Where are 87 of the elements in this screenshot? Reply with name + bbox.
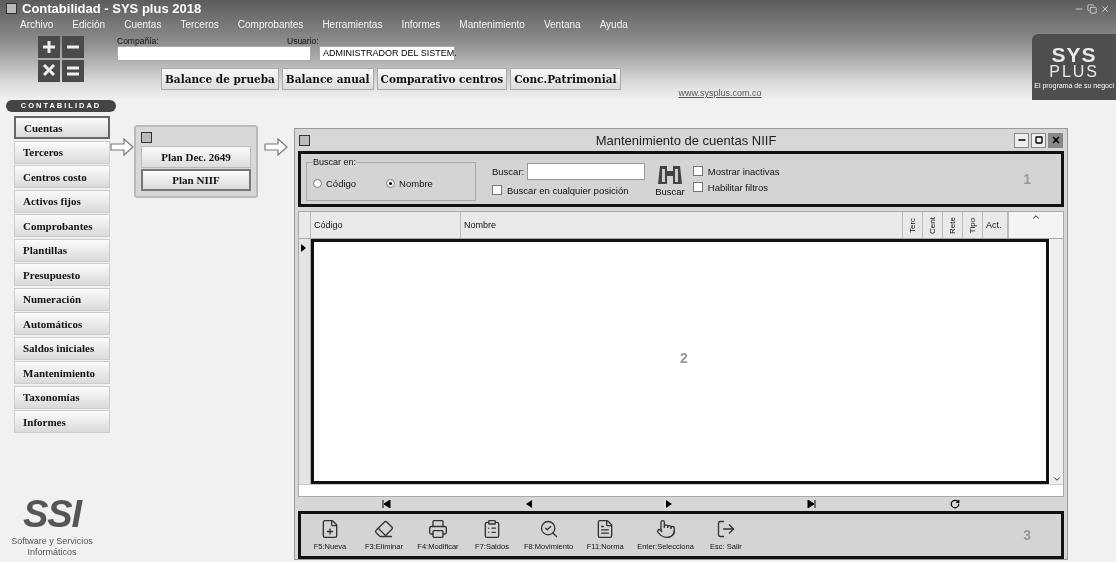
report-button[interactable]: Conc.Patrimonial bbox=[510, 68, 621, 90]
menu-item[interactable]: Mantenimiento bbox=[459, 19, 525, 31]
sidebar-button[interactable]: Activos fijos bbox=[14, 189, 110, 213]
column-header[interactable]: Nombre bbox=[464, 220, 496, 230]
column-header[interactable]: Act. bbox=[986, 220, 1002, 230]
search-label: Buscar: bbox=[492, 165, 525, 177]
menu-item[interactable]: Ayuda bbox=[599, 19, 628, 31]
row-pointer-icon bbox=[299, 243, 307, 253]
window-title: Mantenimiento de cuentas NIIF bbox=[594, 132, 778, 148]
hand-pointer-icon bbox=[655, 519, 676, 539]
report-button[interactable]: Balance de prueba bbox=[161, 68, 279, 90]
company-logo: SSI bbox=[22, 493, 82, 536]
logo-text: SYS bbox=[1051, 45, 1097, 64]
app-icon bbox=[299, 134, 310, 146]
checkbox[interactable]: Habilitar filtros bbox=[692, 181, 780, 193]
sidebar-button[interactable]: Terceros bbox=[14, 140, 110, 164]
user-field[interactable]: ADMINISTRADOR DEL SISTEM. bbox=[319, 46, 455, 61]
sidebar-button[interactable]: Cuentas bbox=[14, 116, 110, 139]
menu-item[interactable]: Ventana bbox=[543, 19, 581, 31]
column-header[interactable]: Terc bbox=[908, 217, 917, 233]
logo-text: PLUS bbox=[1049, 63, 1099, 80]
sidebar-button[interactable]: Comprobantes bbox=[14, 214, 110, 237]
company-label: Compañía: bbox=[117, 36, 160, 46]
search-button[interactable]: Buscar bbox=[655, 161, 685, 197]
printer-icon bbox=[428, 519, 448, 539]
close-icon[interactable] bbox=[1100, 3, 1110, 14]
section-number: 3 bbox=[1023, 527, 1031, 543]
column-header[interactable]: Tipo bbox=[968, 217, 977, 233]
close-icon bbox=[1050, 135, 1061, 145]
app-icon bbox=[141, 131, 152, 143]
calculator-icon bbox=[38, 36, 84, 82]
menu-item[interactable]: Cuentas bbox=[124, 19, 162, 31]
exit-icon bbox=[715, 519, 736, 539]
user-label: Usuario: bbox=[287, 36, 319, 46]
close-button[interactable] bbox=[1048, 132, 1063, 148]
section-number: 1 bbox=[1023, 171, 1031, 187]
menu-item[interactable]: Comprobantes bbox=[237, 19, 304, 31]
company-field[interactable] bbox=[117, 46, 311, 61]
sidebar-button[interactable]: Plantillas bbox=[14, 238, 110, 262]
minimize-button[interactable] bbox=[1014, 132, 1029, 148]
menu-item[interactable]: Terceros bbox=[180, 19, 219, 31]
menu-item[interactable]: Archivo bbox=[20, 19, 54, 31]
next-record-icon[interactable] bbox=[666, 500, 673, 508]
menu-item[interactable]: Edición bbox=[72, 19, 106, 31]
menu-item[interactable]: Herramientas bbox=[322, 19, 383, 31]
menu-item[interactable]: Informes bbox=[401, 19, 441, 31]
website-link[interactable]: www.sysplus.com.co bbox=[678, 88, 762, 98]
maximize-button[interactable] bbox=[1031, 132, 1046, 148]
logo-caption: Software y Servicios Informáticos bbox=[10, 536, 94, 558]
sidebar-button[interactable]: Presupuesto bbox=[14, 263, 110, 286]
maximize-icon bbox=[1034, 136, 1043, 144]
list-icon bbox=[482, 519, 502, 539]
app-icon bbox=[6, 3, 17, 15]
scroll-down-icon[interactable] bbox=[1051, 474, 1062, 484]
sidebar-button[interactable]: Numeración bbox=[14, 287, 110, 311]
search-field[interactable] bbox=[527, 162, 646, 180]
report-button[interactable]: Comparativo centros bbox=[376, 68, 508, 90]
restore-icon[interactable] bbox=[1087, 3, 1097, 14]
sidebar-button[interactable]: Automáticos bbox=[14, 312, 110, 335]
magnifier-icon bbox=[538, 519, 559, 539]
eraser-icon bbox=[374, 519, 394, 539]
last-record-icon[interactable] bbox=[807, 500, 816, 508]
group-label: Buscar en: bbox=[313, 157, 357, 167]
window-title: Contabilidad - SYS plus 2018 bbox=[22, 1, 202, 17]
report-button[interactable]: Balance anual bbox=[281, 68, 374, 90]
column-header[interactable]: Rete bbox=[948, 216, 957, 234]
sidebar-button[interactable]: Centros costo bbox=[14, 165, 110, 188]
checkbox[interactable]: Buscar en cualquier posición bbox=[492, 184, 646, 196]
refresh-icon[interactable] bbox=[950, 499, 960, 509]
column-header[interactable]: Código bbox=[314, 220, 343, 230]
sidebar-button[interactable]: Mantenimiento bbox=[14, 361, 110, 384]
sidebar-button[interactable]: Taxonomías bbox=[14, 385, 110, 409]
arrow-icon bbox=[110, 138, 134, 156]
section-number: 2 bbox=[680, 349, 688, 366]
radio-option[interactable]: Nombre bbox=[386, 178, 433, 189]
column-header[interactable]: Cent bbox=[928, 216, 937, 234]
radio-option[interactable]: Código bbox=[313, 178, 357, 189]
plan-button[interactable]: Plan Dec. 2649 bbox=[141, 146, 251, 168]
sidebar-button[interactable]: Saldos iniciales bbox=[14, 336, 110, 360]
first-record-icon[interactable] bbox=[382, 500, 391, 508]
arrow-icon bbox=[264, 138, 288, 156]
plan-button[interactable]: Plan NIIF bbox=[141, 169, 251, 191]
sidebar-button[interactable]: Informes bbox=[14, 410, 110, 433]
new-file-icon bbox=[320, 519, 340, 539]
scroll-up-icon[interactable] bbox=[1031, 212, 1041, 222]
previous-record-icon[interactable] bbox=[525, 500, 532, 508]
checkbox[interactable]: Mostrar inactivas bbox=[692, 165, 780, 177]
